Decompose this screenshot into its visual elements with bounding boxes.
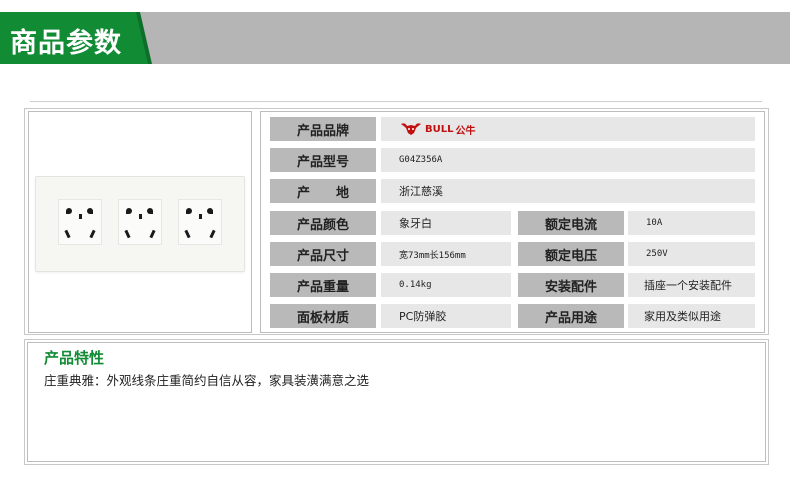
socket-outlet	[178, 199, 222, 245]
socket-plate-image	[35, 176, 245, 272]
param-label: 额定电压	[518, 242, 624, 266]
param-label: 产 地	[270, 179, 376, 203]
header-bar	[130, 12, 790, 64]
section-header: 商品参数	[0, 12, 790, 64]
param-label: 产品颜色	[270, 211, 376, 235]
param-value: PC防弹胶	[381, 304, 511, 328]
param-label: 安装配件	[518, 273, 624, 297]
param-value-brand: BULL 公牛	[381, 117, 755, 141]
socket-outlet	[58, 199, 102, 245]
param-label: 产品用途	[518, 304, 624, 328]
brand-logo: BULL 公牛	[399, 121, 476, 137]
param-value: 象牙白	[381, 211, 511, 235]
features-title: 产品特性	[44, 349, 105, 367]
features-panel	[27, 342, 766, 462]
param-label: 产品品牌	[270, 117, 376, 141]
header-title: 商品参数	[10, 28, 122, 59]
param-value: 家用及类似用途	[628, 304, 755, 328]
param-value: 浙江慈溪	[381, 179, 755, 203]
param-label: 产品型号	[270, 148, 376, 172]
param-label: 面板材质	[270, 304, 376, 328]
param-label: 产品尺寸	[270, 242, 376, 266]
param-label: 产品重量	[270, 273, 376, 297]
socket-outlet	[118, 199, 162, 245]
product-image-panel	[28, 111, 252, 333]
param-label: 额定电流	[518, 211, 624, 235]
param-value: 宽73mm长156mm	[381, 242, 511, 266]
param-value: 10A	[628, 211, 755, 235]
divider	[30, 101, 762, 102]
param-value: 插座一个安装配件	[628, 273, 755, 297]
brand-name-cn: 公牛	[455, 125, 476, 137]
param-value: 250V	[628, 242, 755, 266]
bull-logo-icon	[401, 123, 421, 135]
brand-name: BULL	[425, 123, 454, 135]
param-value: 0.14kg	[381, 273, 511, 297]
param-value: G04Z356A	[381, 148, 755, 172]
features-text: 庄重典雅：外观线条庄重简约自信从容，家具装潢满意之选	[44, 373, 370, 388]
